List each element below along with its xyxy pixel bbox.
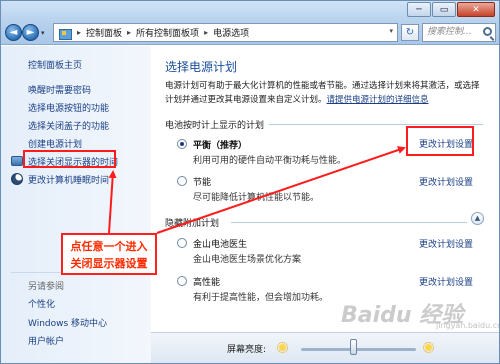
- breadcrumb-power-options[interactable]: 电源选项: [213, 26, 249, 39]
- address-bar[interactable]: ▸ 控制面板 ▸ 所有控制面板项 ▸ 电源选项 ▾: [53, 23, 398, 42]
- breadcrumb-separator-icon[interactable]: ▸: [77, 28, 81, 37]
- control-panel-window: ─ ▭ ✕ ◄ ► ▾ ▸ 控制面板 ▸ 所有控制面板项 ▸ 电源选项 ▾ ↻ …: [0, 0, 500, 364]
- brightness-low-icon: [277, 342, 288, 353]
- search-input[interactable]: 搜索控制...: [422, 23, 496, 42]
- annotation-callout: 点任意一个进入 关闭显示器设置: [61, 233, 157, 275]
- battery-plans-heading: 电池按时计上显示的计划: [165, 121, 265, 131]
- sidebar-item-require-password[interactable]: 唤醒时需要密码: [28, 83, 91, 96]
- baidu-watermark-url: jingyan.baidu.com: [436, 321, 499, 330]
- monitor-icon: [11, 156, 23, 166]
- breadcrumb-separator-icon[interactable]: ▸: [127, 28, 131, 37]
- plan-power-saver-desc: 尽可能降低计算机性能以节能。: [193, 193, 320, 203]
- hidden-plans-heading: 隐藏附加计划: [165, 219, 220, 229]
- search-icon[interactable]: [483, 27, 492, 36]
- callout-line-1: 点任意一个进入: [70, 240, 148, 253]
- back-button[interactable]: ◄: [5, 24, 22, 41]
- plan-high-performance-desc: 有利于提高性能，但会增加功耗。: [193, 293, 329, 303]
- page-description: 电源计划可有助于最大化计算机的性能或者节能。通过选择计划来将其激活，或选择计划并…: [165, 79, 483, 107]
- change-plan-settings-power-saver[interactable]: 更改计划设置: [419, 175, 473, 188]
- plan-kingsoft-desc: 金山电池医生场景优化方案: [193, 255, 302, 265]
- radio-balanced[interactable]: [177, 139, 187, 149]
- see-also-user-accounts[interactable]: 用户帐户: [28, 334, 64, 347]
- group-divider: [269, 124, 483, 125]
- see-also-personalization[interactable]: 个性化: [28, 297, 55, 310]
- breadcrumb-separator-icon[interactable]: ▸: [204, 28, 208, 37]
- control-panel-icon: [58, 27, 72, 40]
- brightness-high-icon: [423, 342, 434, 353]
- sidebar-item-sleep-time[interactable]: 更改计算机睡眠时间: [28, 173, 109, 186]
- refresh-button[interactable]: ↻: [401, 24, 419, 41]
- sidebar-home-link[interactable]: 控制面板主页: [28, 58, 82, 71]
- group-divider: [231, 222, 467, 223]
- title-bar: ─ ▭ ✕ ◄ ► ▾ ▸ 控制面板 ▸ 所有控制面板项 ▸ 电源选项 ▾ ↻ …: [1, 1, 499, 45]
- plan-details-link[interactable]: 请提供电源计划的详细信息: [327, 95, 429, 105]
- plan-balanced-desc: 利用可用的硬件自动平衡功耗与性能。: [193, 156, 347, 166]
- breadcrumb-all-items[interactable]: 所有控制面板项: [136, 26, 199, 39]
- change-plan-settings-high-performance[interactable]: 更改计划设置: [419, 275, 473, 288]
- sidebar: 控制面板主页 唤醒时需要密码 选择电源按钮的功能 选择关闭盖子的功能 创建电源计…: [1, 46, 151, 363]
- radio-power-saver[interactable]: [177, 176, 187, 186]
- brightness-slider-thumb[interactable]: [349, 339, 357, 355]
- brightness-bar: 屏幕亮度:: [151, 332, 499, 363]
- radio-high-performance[interactable]: [177, 276, 187, 286]
- plan-balanced-name[interactable]: 平衡（推荐）: [193, 138, 247, 151]
- collapse-hidden-plans-button[interactable]: ▲: [471, 212, 484, 225]
- close-button[interactable]: ✕: [457, 2, 495, 17]
- breadcrumb-control-panel[interactable]: 控制面板: [86, 26, 122, 39]
- annotation-highlight-change-link: [406, 126, 474, 156]
- plan-power-saver-name[interactable]: 节能: [193, 175, 211, 188]
- description-text: 电源计划可有助于最大化计算机的性能或者节能。通过选择计划来将其激活，或选择计划并…: [165, 81, 480, 105]
- radio-kingsoft-battery[interactable]: [177, 238, 187, 248]
- sidebar-item-lid-close[interactable]: 选择关闭盖子的功能: [28, 119, 109, 132]
- see-also-mobility-center[interactable]: Windows 移动中心: [28, 316, 107, 329]
- change-plan-settings-kingsoft[interactable]: 更改计划设置: [419, 237, 473, 250]
- sidebar-item-power-button[interactable]: 选择电源按钮的功能: [28, 101, 109, 114]
- page-title: 选择电源计划: [165, 60, 238, 74]
- search-placeholder: 搜索控制...: [427, 27, 472, 37]
- sidebar-item-create-plan[interactable]: 创建电源计划: [28, 137, 82, 150]
- callout-line-2: 关闭显示器设置: [70, 257, 148, 270]
- brightness-label: 屏幕亮度:: [227, 345, 267, 355]
- window-controls: ─ ▭ ✕: [406, 2, 495, 17]
- maximize-button[interactable]: ▭: [432, 2, 456, 17]
- annotation-highlight-sidebar: [23, 150, 116, 168]
- recent-pages-dropdown-icon[interactable]: ▾: [41, 29, 45, 37]
- plan-high-performance-name[interactable]: 高性能: [193, 275, 220, 288]
- forward-button[interactable]: ►: [22, 24, 39, 41]
- see-also-heading: 另请参阅: [28, 282, 65, 292]
- plan-kingsoft-name[interactable]: 金山电池医生: [193, 237, 247, 250]
- sleep-moon-icon: [11, 173, 23, 185]
- address-dropdown-icon[interactable]: ▾: [389, 27, 393, 35]
- brightness-slider-track[interactable]: [301, 348, 416, 351]
- minimize-button[interactable]: ─: [407, 2, 431, 17]
